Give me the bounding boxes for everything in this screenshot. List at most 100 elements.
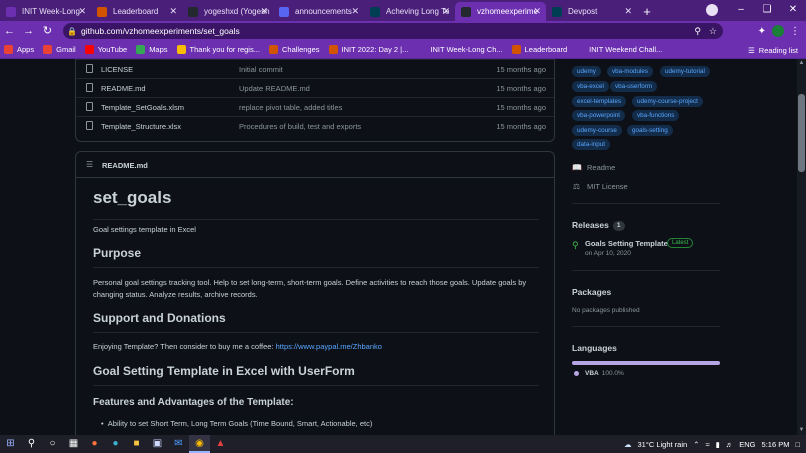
bookmark-label: INIT Weekend Chall... (589, 45, 663, 54)
reload-icon[interactable]: ↻ (38, 21, 57, 41)
bookmark-3[interactable]: Maps (136, 45, 168, 54)
bookmark-7[interactable]: INIT Week-Long Ch... (417, 45, 503, 54)
license-link[interactable]: ⚖ MIT License (572, 182, 628, 191)
close-tab-icon[interactable]: ✕ (624, 2, 632, 21)
commit-message[interactable]: Procedures of build, test and exports (239, 122, 361, 131)
star-icon[interactable]: ☆ (709, 26, 717, 37)
close-tab-icon[interactable]: ✕ (78, 2, 86, 21)
readme-link[interactable]: 📖 Readme (572, 163, 615, 172)
page-scrollbar[interactable]: ▲ ▼ (797, 59, 806, 435)
topic-tag[interactable]: vba-modules (607, 66, 654, 77)
tab-6[interactable]: Devpost ✕ (546, 2, 637, 21)
restore-icon[interactable]: ❏ (754, 0, 780, 21)
scroll-up-icon[interactable]: ▲ (797, 59, 806, 68)
tab-2[interactable]: yogeshxd (Yogesh ✕ (182, 2, 273, 21)
reading-list-button[interactable]: ☰ Reading list (748, 41, 798, 59)
close-tab-icon[interactable]: ✕ (351, 2, 359, 21)
back-icon[interactable]: ← (0, 21, 19, 41)
file-name[interactable]: README.md (101, 84, 146, 93)
scroll-thumb[interactable] (798, 94, 805, 172)
lock-icon[interactable]: 🔒 (63, 27, 81, 36)
extensions-icon[interactable]: ✦ (758, 26, 766, 37)
packages-heading[interactable]: Packages (572, 287, 611, 297)
file-row[interactable]: README.md Update README.md 15 months ago (76, 78, 554, 97)
topic-tag[interactable]: vba-powerpoint (572, 110, 626, 121)
readme-header: ☰ README.md (76, 152, 554, 178)
topic-tag[interactable]: udemy-course-project (632, 96, 703, 107)
cortana-icon[interactable]: ○ (42, 435, 63, 453)
file-name[interactable]: Template_SetGoals.xlsm (101, 103, 184, 112)
file-row[interactable]: Template_SetGoals.xlsm replace pivot tabl… (76, 97, 554, 116)
forward-icon[interactable]: → (19, 21, 38, 41)
bookmark-1[interactable]: Gmail (43, 45, 76, 54)
topic-tag[interactable]: udemy (572, 66, 601, 77)
topic-tag[interactable]: udemy-tutorial (660, 66, 710, 77)
task-view-icon[interactable]: ▦ (63, 435, 84, 453)
menu-icon[interactable]: ⋮ (790, 26, 800, 37)
tab-3[interactable]: announcements ✕ (273, 2, 364, 21)
bookmark-8[interactable]: Leaderboard (511, 45, 567, 54)
file-name[interactable]: LICENSE (101, 65, 133, 74)
new-tab-icon[interactable]: + (637, 2, 657, 21)
bookmark-5[interactable]: Challenges (268, 45, 320, 54)
file-explorer-icon[interactable]: ■ (126, 435, 147, 453)
commit-message[interactable]: Update README.md (239, 84, 310, 93)
language-item[interactable]: VBA 100.0% (574, 370, 624, 377)
language-indicator[interactable]: ENG (739, 440, 755, 449)
close-window-icon[interactable]: ✕ (780, 0, 806, 21)
commit-message[interactable]: Initial commit (239, 65, 283, 74)
chrome-icon[interactable]: ◉ (189, 435, 210, 453)
volume-icon[interactable]: ♬ (726, 440, 734, 449)
close-tab-icon[interactable]: ✕ (260, 2, 268, 21)
bookmark-4[interactable]: Thank you for regis... (176, 45, 260, 54)
store-icon[interactable]: ▣ (147, 435, 168, 453)
list-icon[interactable]: ☰ (86, 160, 93, 169)
notification-icon[interactable]: □ (795, 440, 800, 449)
topic-tag[interactable]: vba-excel (572, 81, 609, 92)
topic-tag[interactable]: udemy-course (572, 125, 622, 136)
bookmark-0[interactable]: Apps (4, 45, 34, 54)
topic-tag[interactable]: vba-functions (632, 110, 680, 121)
topic-tag[interactable]: data-input (572, 139, 611, 150)
windows-start-icon[interactable]: ⊞ (0, 435, 21, 453)
app-icon[interactable]: ▲ (210, 435, 231, 453)
battery-icon[interactable]: ▮ (716, 440, 720, 449)
releases-heading[interactable]: Releases 1 (572, 220, 625, 231)
avatar[interactable] (772, 25, 784, 37)
search-icon[interactable]: ⚲ (694, 26, 701, 37)
topic-tag[interactable]: vba-userform (610, 81, 658, 92)
clock[interactable]: 5:16 PM (762, 440, 790, 449)
address-bar[interactable]: 🔒 github.com/vzhomeexperiments/set_goals… (63, 23, 723, 39)
topic-tag[interactable]: goals-setting (627, 125, 673, 136)
tab-4[interactable]: Acheving Long Te ✕ (364, 2, 455, 21)
close-tab-icon[interactable]: ✕ (442, 2, 450, 21)
bookmark-2[interactable]: YouTube (84, 45, 127, 54)
edge-icon[interactable]: ● (105, 435, 126, 453)
tab-1[interactable]: Leaderboard ✕ (91, 2, 182, 21)
profile-icon[interactable] (706, 4, 718, 16)
firefox-icon[interactable]: ● (84, 435, 105, 453)
mail-icon[interactable]: ✉ (168, 435, 189, 453)
tab-5[interactable]: vzhomeexperime ✕ (455, 2, 546, 21)
file-row[interactable]: LICENSE Initial commit 15 months ago (76, 59, 554, 78)
bookmark-6[interactable]: INIT 2022: Day 2 |... (328, 45, 408, 54)
weather-text[interactable]: 31°C Light rain (638, 440, 688, 449)
tab-0[interactable]: INIT Week-Long ✕ (0, 2, 91, 21)
close-tab-icon[interactable]: ✕ (169, 2, 177, 21)
file-name[interactable]: Template_Structure.xlsx (101, 122, 181, 131)
search-icon[interactable]: ⚲ (21, 435, 42, 453)
commit-message[interactable]: replace pivot table, added titles (239, 103, 342, 112)
url-text[interactable]: github.com/vzhomeexperiments/set_goals (81, 26, 240, 36)
network-icon[interactable]: ≈ (706, 440, 710, 449)
weather-icon[interactable]: ☁ (624, 440, 632, 449)
paypal-link[interactable]: https://www.paypal.me/Zhbanko (276, 342, 382, 351)
topic-tag[interactable]: excel-templates (572, 96, 627, 107)
chevron-up-icon[interactable]: ⌃ (693, 440, 699, 449)
release-name[interactable]: Goals Setting Template (585, 239, 668, 248)
readme-filename[interactable]: README.md (102, 161, 148, 170)
scroll-down-icon[interactable]: ▼ (797, 426, 806, 435)
close-tab-icon[interactable]: ✕ (533, 2, 541, 21)
file-row[interactable]: Template_Structure.xlsx Procedures of bui… (76, 116, 554, 135)
minimize-icon[interactable]: – (728, 0, 754, 21)
bookmark-9[interactable]: INIT Weekend Chall... (576, 45, 662, 54)
